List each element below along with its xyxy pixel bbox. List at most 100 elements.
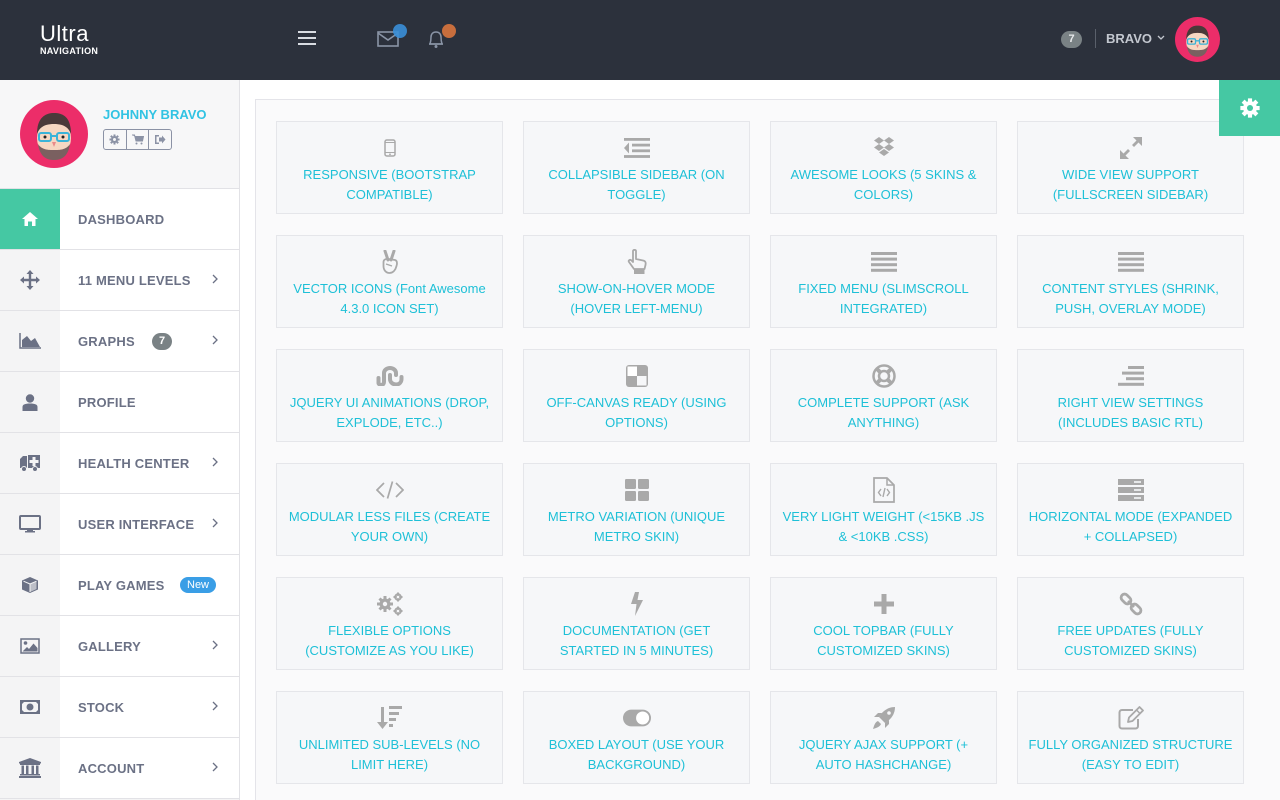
feature-card[interactable]: FREE UPDATES (FULLY CUSTOMIZED SKINS) <box>1017 577 1244 670</box>
sidebar-item-play-games[interactable]: PLAY GAMES New <box>0 555 239 616</box>
topbar: Ultra NAVIGATION 7 BRAVO <box>0 0 1280 80</box>
feature-label: FLEXIBLE OPTIONS (CUSTOMIZE AS YOU LIKE) <box>305 623 474 658</box>
feature-card[interactable]: VERY LIGHT WEIGHT (<15KB .JS & <10KB .CS… <box>770 463 997 556</box>
area-chart-icon <box>19 333 41 349</box>
code-icon <box>375 478 404 502</box>
feature-card[interactable]: JQUERY AJAX SUPPORT (+ AUTO HASHCHANGE) <box>770 691 997 784</box>
sidebar-item-gallery[interactable]: GALLERY <box>0 616 239 677</box>
bolt-icon <box>623 592 651 616</box>
profile-avatar[interactable] <box>20 100 88 168</box>
sidebar-item-label: GRAPHS <box>78 333 135 349</box>
feature-label: AWESOME LOOKS (5 SKINS & COLORS) <box>790 167 977 202</box>
feature-card[interactable]: VECTOR ICONS (Font Awesome 4.3.0 ICON SE… <box>276 235 503 328</box>
bank-icon <box>19 758 41 778</box>
feature-card[interactable]: COOL TOPBAR (FULLY CUSTOMIZED SKINS) <box>770 577 997 670</box>
sidebar-item-label: PLAY GAMES <box>78 577 165 593</box>
messages-button[interactable] <box>377 24 407 50</box>
feature-label: UNLIMITED SUB-LEVELS (NO LIMIT HERE) <box>298 737 481 772</box>
feature-card[interactable]: MODULAR LESS FILES (CREATE YOUR OWN) <box>276 463 503 556</box>
feature-grid: RESPONSIVE (BOOTSTRAP COMPATIBLE) COLLAPS… <box>276 121 1244 784</box>
file-code-icon <box>870 477 898 503</box>
feature-label: FULLY ORGANIZED STRUCTURE (EASY TO EDIT) <box>1028 737 1233 772</box>
chevron-right-icon <box>212 518 218 528</box>
sidebar-profile: JOHNNY BRAVO <box>0 80 239 189</box>
feature-card[interactable]: METRO VARIATION (UNIQUE METRO SKIN) <box>523 463 750 556</box>
feature-card[interactable]: COMPLETE SUPPORT (ASK ANYTHING) <box>770 349 997 442</box>
nav-icon-cell <box>0 616 60 676</box>
feature-card[interactable]: WIDE VIEW SUPPORT (FULLSCREEN SIDEBAR) <box>1017 121 1244 214</box>
feature-card[interactable]: SHOW-ON-HOVER MODE (HOVER LEFT-MENU) <box>523 235 750 328</box>
feature-card[interactable]: JQUERY UI ANIMATIONS (DROP, EXPLODE, ETC… <box>276 349 503 442</box>
feature-card[interactable]: BOXED LAYOUT (USE YOUR BACKGROUND) <box>523 691 750 784</box>
feature-card[interactable]: OFF-CANVAS READY (USING OPTIONS) <box>523 349 750 442</box>
settings-button[interactable] <box>1219 80 1280 136</box>
feature-card[interactable]: UNLIMITED SUB-LEVELS (NO LIMIT HERE) <box>276 691 503 784</box>
sidebar-item-label: 11 MENU LEVELS <box>78 272 191 288</box>
brand-logo[interactable]: Ultra NAVIGATION <box>40 22 98 57</box>
expand-icon <box>1117 136 1145 160</box>
feature-card[interactable]: RIGHT VIEW SETTINGS (INCLUDES BASIC RTL) <box>1017 349 1244 442</box>
feature-card[interactable]: CONTENT STYLES (SHRINK, PUSH, OVERLAY MO… <box>1017 235 1244 328</box>
feature-label: COLLAPSIBLE SIDEBAR (ON TOGGLE) <box>548 167 725 202</box>
sidebar-nav: DASHBOARD 11 MENU LEVELS GRAPHS 7 PROFILE HEA… <box>0 189 239 799</box>
feature-label: SHOW-ON-HOVER MODE (HOVER LEFT-MENU) <box>557 281 716 316</box>
hamburger-icon[interactable] <box>298 31 316 47</box>
cube-icon <box>21 576 39 594</box>
notifications-button[interactable] <box>426 24 456 50</box>
feature-card[interactable]: RESPONSIVE (BOOTSTRAP COMPATIBLE) <box>276 121 503 214</box>
server-icon <box>1117 478 1145 502</box>
sidebar-item-label: HEALTH CENTER <box>78 455 190 471</box>
nav-body: GALLERY <box>60 616 239 676</box>
feature-card[interactable]: AWESOME LOOKS (5 SKINS & COLORS) <box>770 121 997 214</box>
sort-amount-desc-icon <box>376 706 404 730</box>
nav-icon-cell <box>0 677 60 737</box>
gear-icon <box>1239 98 1260 118</box>
feature-card[interactable]: FULLY ORGANIZED STRUCTURE (EASY TO EDIT) <box>1017 691 1244 784</box>
avatar-face-icon <box>37 113 71 160</box>
profile-actions <box>103 129 172 150</box>
feature-card[interactable]: COLLAPSIBLE SIDEBAR (ON TOGGLE) <box>523 121 750 214</box>
new-badge: New <box>180 577 217 593</box>
nav-body: 11 MENU LEVELS <box>60 250 239 310</box>
avatar[interactable] <box>1175 17 1220 62</box>
profile-name[interactable]: JOHNNY BRAVO <box>103 107 207 122</box>
desktop-icon <box>19 515 41 533</box>
sidebar-item-stock[interactable]: STOCK <box>0 677 239 738</box>
sidebar-item-label: ACCOUNT <box>78 760 145 776</box>
chevron-down-icon <box>1157 35 1165 40</box>
feature-label: VECTOR ICONS (Font Awesome 4.3.0 ICON SE… <box>293 281 486 316</box>
profile-cart-button[interactable] <box>127 130 150 149</box>
home-icon <box>21 211 39 227</box>
feature-card[interactable]: FIXED MENU (SLIMSCROLL INTEGRATED) <box>770 235 997 328</box>
sidebar-item-user-interface[interactable]: USER INTERFACE <box>0 494 239 555</box>
chevron-right-icon <box>212 457 218 467</box>
image-icon <box>20 638 40 654</box>
profile-settings-button[interactable] <box>104 130 127 149</box>
sidebar-item-graphs[interactable]: GRAPHS 7 <box>0 311 239 372</box>
feature-label: METRO VARIATION (UNIQUE METRO SKIN) <box>547 509 726 544</box>
divider <box>1095 29 1096 48</box>
sidebar-item-profile[interactable]: PROFILE <box>0 372 239 433</box>
feature-card[interactable]: DOCUMENTATION (GET STARTED IN 5 MINUTES) <box>523 577 750 670</box>
nav-icon-cell <box>0 372 60 432</box>
feature-card[interactable]: FLEXIBLE OPTIONS (CUSTOMIZE AS YOU LIKE) <box>276 577 503 670</box>
feature-label: COMPLETE SUPPORT (ASK ANYTHING) <box>797 395 970 430</box>
feature-label: WIDE VIEW SUPPORT (FULLSCREEN SIDEBAR) <box>1052 167 1209 202</box>
feature-label: FREE UPDATES (FULLY CUSTOMIZED SKINS) <box>1057 623 1204 658</box>
chevron-right-icon <box>212 762 218 772</box>
user-dropdown[interactable]: BRAVO <box>1106 31 1165 46</box>
sidebar-item-account[interactable]: ACCOUNT <box>0 738 239 799</box>
feature-label: RIGHT VIEW SETTINGS (INCLUDES BASIC RTL) <box>1057 395 1204 430</box>
nav-body: HEALTH CENTER <box>60 433 239 493</box>
sidebar-item-health-center[interactable]: HEALTH CENTER <box>0 433 239 494</box>
feature-label: CONTENT STYLES (SHRINK, PUSH, OVERLAY MO… <box>1042 281 1219 316</box>
feature-card[interactable]: HORIZONTAL MODE (EXPANDED + COLLAPSED) <box>1017 463 1244 556</box>
feature-label: JQUERY UI ANIMATIONS (DROP, EXPLODE, ETC… <box>289 395 490 430</box>
sidebar-item-11-menu-levels[interactable]: 11 MENU LEVELS <box>0 250 239 311</box>
chevron-right-icon <box>212 701 218 711</box>
profile-logout-button[interactable] <box>149 130 171 149</box>
sidebar-item-dashboard[interactable]: DASHBOARD <box>0 189 239 250</box>
edit-icon <box>1117 706 1145 730</box>
nav-icon-cell <box>0 555 60 615</box>
user-icon <box>22 393 38 411</box>
